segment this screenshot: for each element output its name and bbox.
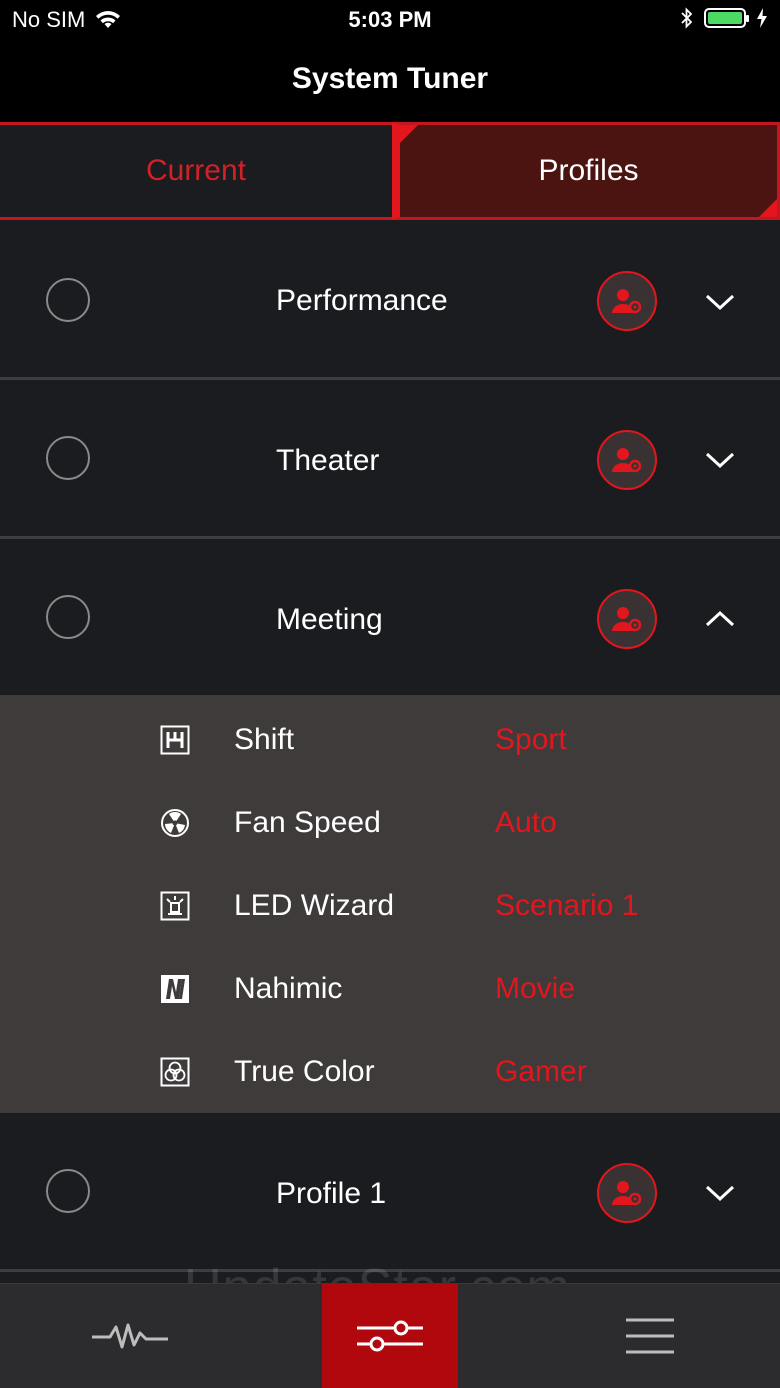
segment-tabs: Current Profiles xyxy=(0,122,780,220)
status-bar: No SIM 5:03 PM xyxy=(0,0,780,40)
sliders-icon xyxy=(357,1320,423,1352)
setting-value: Gamer xyxy=(495,1055,587,1088)
profile-name: Performance xyxy=(276,284,448,317)
pulse-icon xyxy=(92,1323,168,1349)
tab-current-label: Current xyxy=(145,154,247,187)
profile-settings-button[interactable] xyxy=(597,589,657,649)
nav-bar: System Tuner xyxy=(0,40,780,122)
profile-row-performance[interactable]: Performance xyxy=(0,222,780,378)
chevron-up-icon[interactable] xyxy=(704,609,736,629)
setting-value: Sport xyxy=(495,723,567,756)
chevron-down-icon[interactable] xyxy=(704,292,736,312)
setting-row-fan-speed[interactable]: Fan Speed Auto xyxy=(0,782,780,865)
profile-radio[interactable] xyxy=(46,278,90,322)
profile-radio[interactable] xyxy=(46,436,90,480)
setting-label: Shift xyxy=(234,723,295,756)
setting-label: Nahimic xyxy=(234,972,343,1005)
tab-profiles[interactable]: Profiles xyxy=(392,122,780,220)
setting-row-nahimic[interactable]: Nahimic Movie xyxy=(0,948,780,1031)
setting-value: Auto xyxy=(495,806,557,839)
setting-row-led-wizard[interactable]: LED Wizard Scenario 1 xyxy=(0,865,780,948)
true-color-icon xyxy=(160,1057,190,1087)
user-gear-icon xyxy=(612,607,642,632)
chevron-down-icon[interactable] xyxy=(704,1183,736,1203)
user-gear-icon xyxy=(612,1181,642,1206)
shift-icon xyxy=(160,725,190,755)
bottom-tab-bar xyxy=(0,1283,780,1388)
profile-row-theater[interactable]: Theater xyxy=(0,380,780,536)
charging-bolt-icon xyxy=(757,8,767,28)
status-time: 5:03 PM xyxy=(348,7,432,32)
setting-value: Scenario 1 xyxy=(495,889,639,922)
tab-profiles-label: Profiles xyxy=(538,154,639,187)
setting-value: Movie xyxy=(495,972,576,1005)
status-right xyxy=(680,7,768,29)
profile-name: Profile 1 xyxy=(276,1177,387,1210)
tab-corner-accent xyxy=(759,199,777,217)
profile-radio[interactable] xyxy=(46,1169,90,1213)
profile-settings-button[interactable] xyxy=(597,271,657,331)
profile-row-meeting[interactable]: Meeting xyxy=(0,539,780,695)
profile-settings-button[interactable] xyxy=(597,1163,657,1223)
tab-tuner[interactable] xyxy=(322,1284,458,1388)
setting-row-true-color[interactable]: True Color Gamer xyxy=(0,1031,780,1114)
led-wizard-icon xyxy=(160,891,190,921)
bluetooth-icon xyxy=(681,7,693,29)
tab-monitor[interactable] xyxy=(40,1284,220,1388)
profile-name: Meeting xyxy=(276,603,383,636)
battery-icon xyxy=(704,8,749,28)
profile-row-profile-1[interactable]: Profile 1 xyxy=(0,1113,780,1269)
page-title: System Tuner xyxy=(291,62,489,95)
nahimic-icon xyxy=(161,975,189,1003)
menu-icon xyxy=(626,1318,674,1354)
user-gear-icon xyxy=(612,289,642,314)
fan-icon xyxy=(161,809,189,837)
chevron-down-icon[interactable] xyxy=(704,450,736,470)
setting-label: LED Wizard xyxy=(234,889,395,922)
profile-name: Theater xyxy=(276,444,380,477)
profile-radio[interactable] xyxy=(46,595,90,639)
setting-row-shift[interactable]: Shift Sport xyxy=(0,699,780,782)
meeting-settings-panel: Shift Sport Fan Speed Auto LED Wizard Sc… xyxy=(0,695,780,1113)
tab-corner-accent xyxy=(400,125,418,143)
tab-current[interactable]: Current xyxy=(0,122,392,220)
profile-settings-button[interactable] xyxy=(597,430,657,490)
tab-menu[interactable] xyxy=(560,1284,740,1388)
user-gear-icon xyxy=(612,448,642,473)
setting-label: Fan Speed xyxy=(234,806,381,839)
battery-fill xyxy=(708,12,742,24)
setting-label: True Color xyxy=(234,1055,375,1088)
